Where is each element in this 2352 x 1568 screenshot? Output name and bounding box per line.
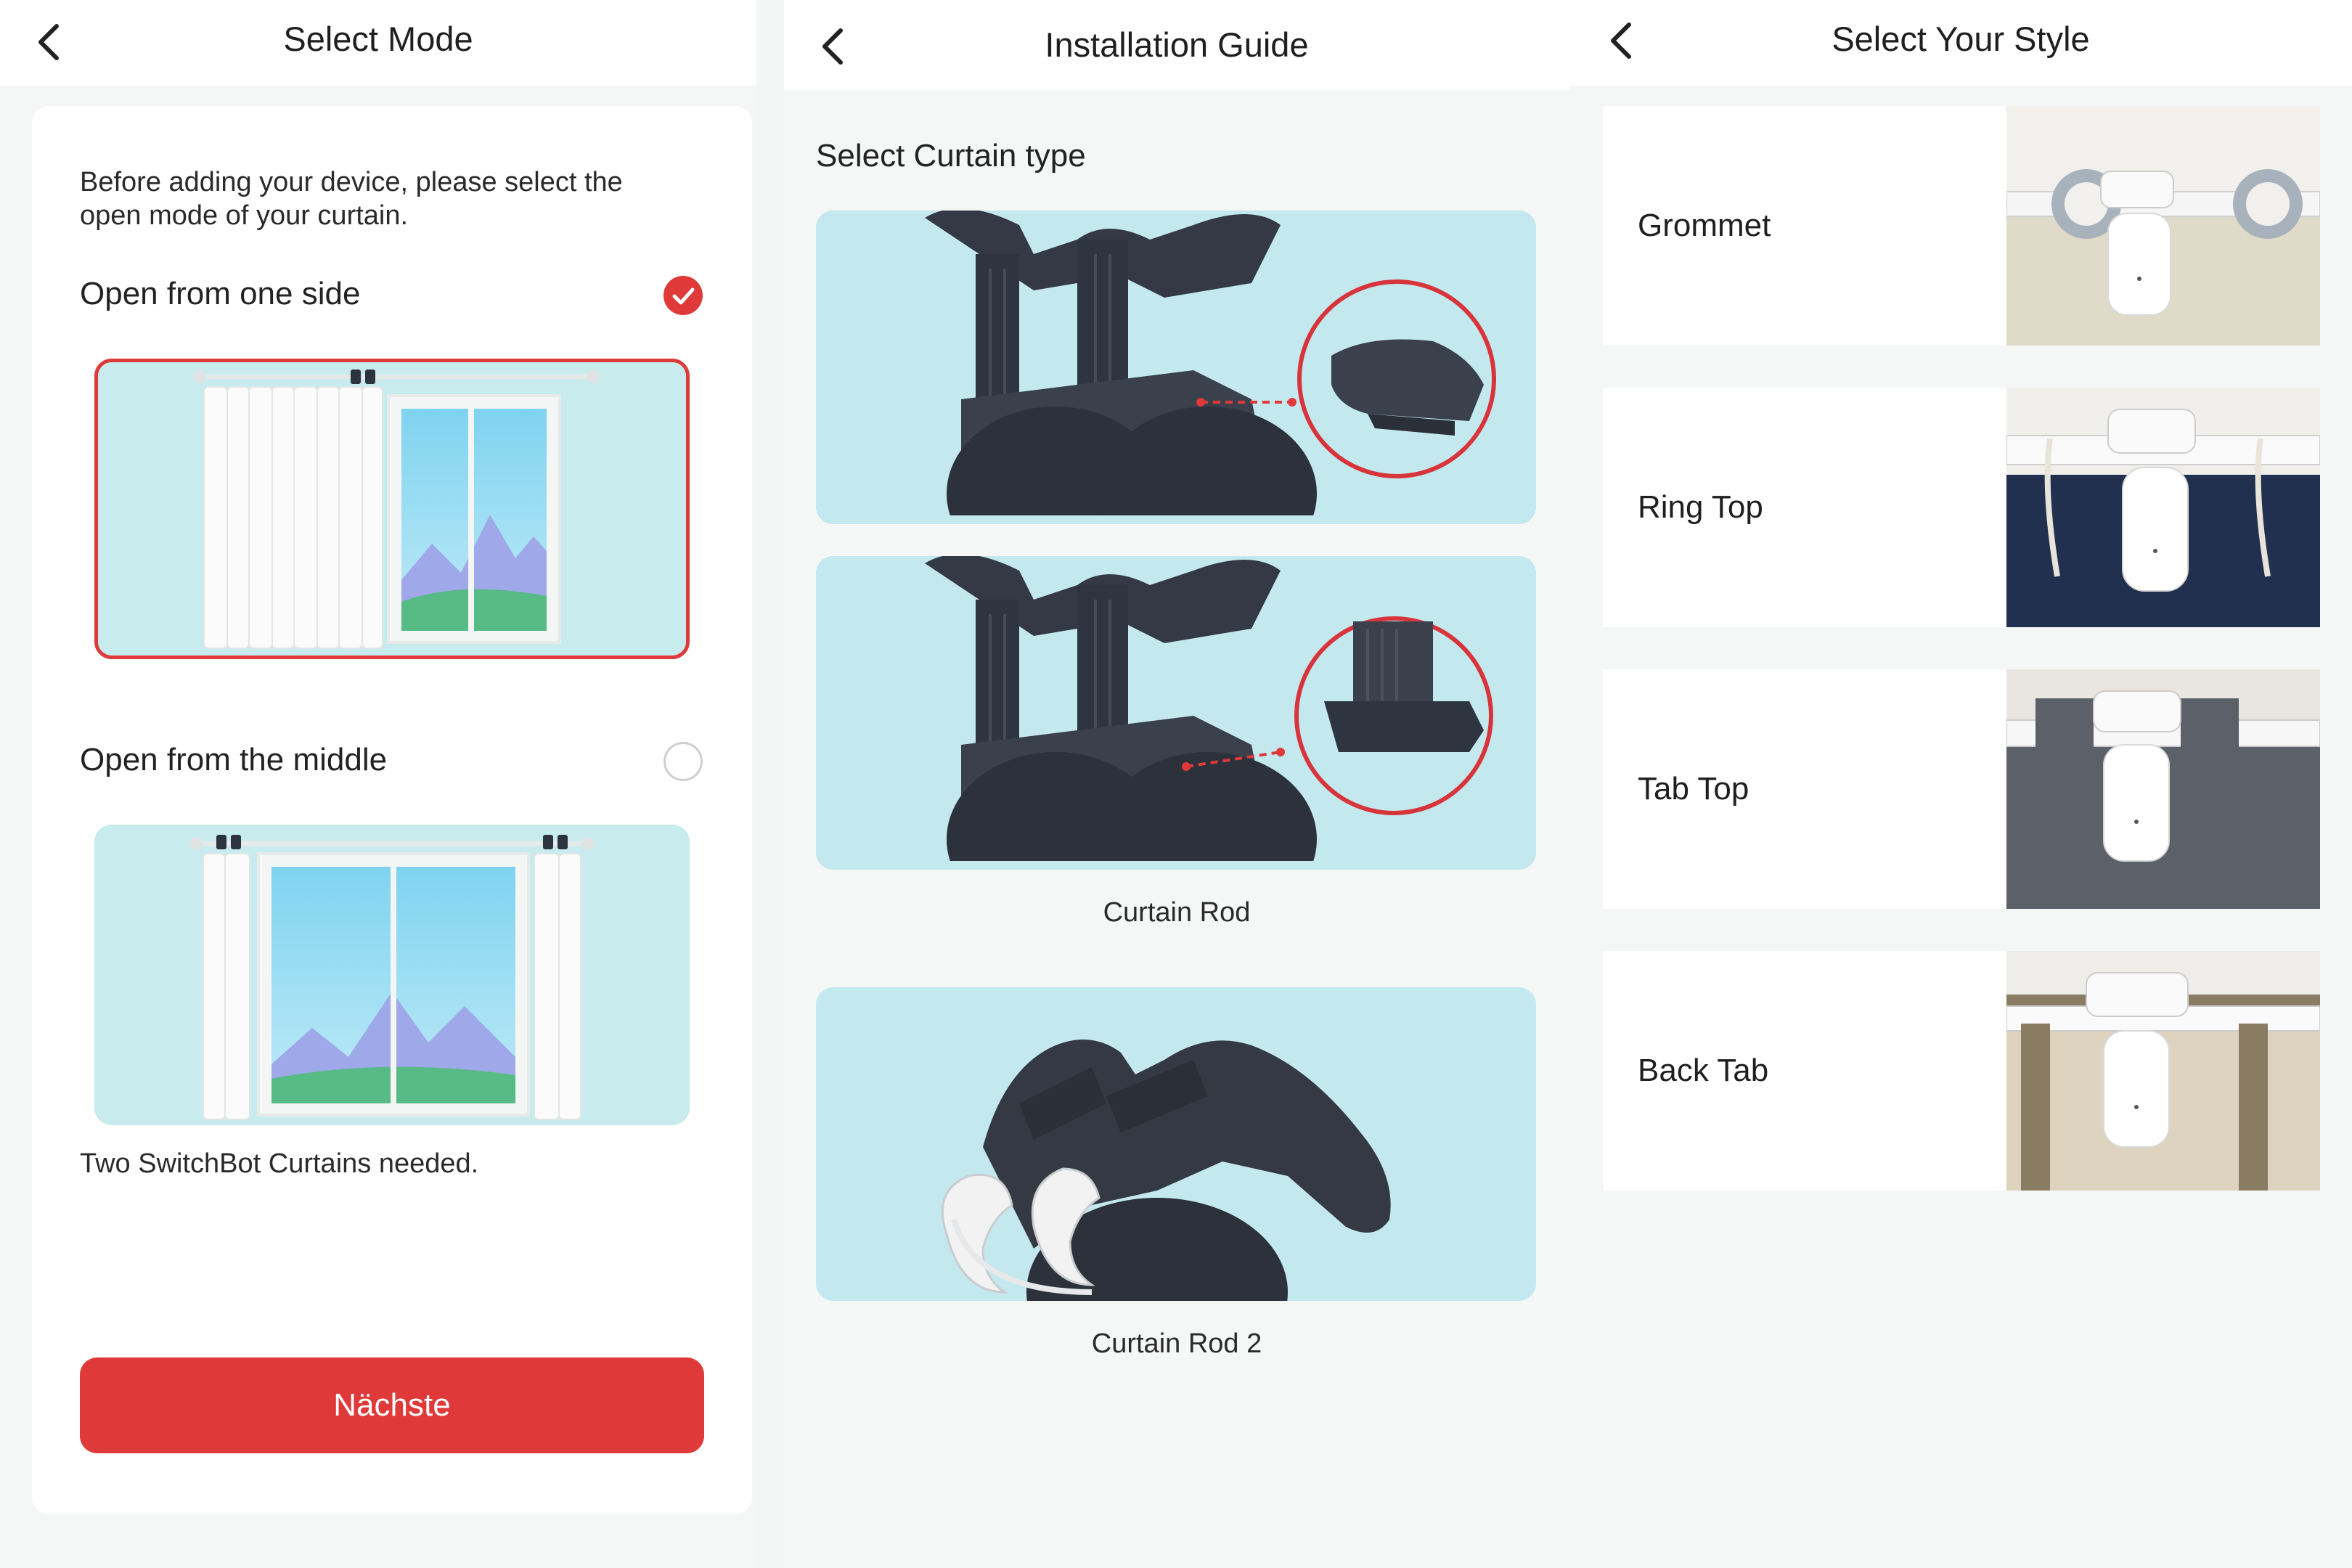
- option-middle-label[interactable]: Open from the middle: [80, 742, 387, 778]
- style-label: Back Tab: [1638, 1053, 1769, 1088]
- caption-curtain-rod: Curtain Rod: [1103, 897, 1251, 928]
- section-title: Select Curtain type: [816, 138, 1086, 173]
- tab-top-photo: [2006, 669, 2320, 909]
- curtain-rod-clip-image: [816, 556, 1536, 870]
- page-title: Select Mode: [283, 20, 473, 58]
- installation-guide-header: Installation Guide: [784, 0, 1569, 90]
- intro-text-line1: Before adding your device, please select…: [80, 167, 623, 197]
- curtain-rod-hook-image: [816, 211, 1536, 524]
- select-style-screen: Select Your Style Grommet Ring Top Tab T…: [1569, 0, 2352, 1568]
- page-title: Select Your Style: [1832, 20, 2090, 58]
- window-curtain-middle-image: [94, 825, 690, 1125]
- style-option-ring-top[interactable]: Ring Top: [1603, 388, 2320, 627]
- select-style-header: Select Your Style: [1569, 0, 2352, 86]
- curtain-rod-image-1[interactable]: [816, 211, 1536, 524]
- option-middle-radio[interactable]: [663, 742, 703, 781]
- select-mode-screen: Select Mode Before adding your device, p…: [0, 0, 756, 1568]
- ring-top-curtain-photo: [2006, 388, 2320, 627]
- style-label: Ring Top: [1638, 489, 1763, 525]
- mode-card: Before adding your device, please select…: [32, 106, 752, 1514]
- checkmark-icon: [672, 287, 695, 305]
- installation-guide-screen: Installation Guide Select Curtain type C…: [784, 0, 1569, 1568]
- window-curtain-one-side-image: [98, 362, 686, 656]
- back-tab-photo: [2006, 951, 2320, 1191]
- middle-illustration[interactable]: [94, 825, 690, 1125]
- two-curtains-note: Two SwitchBot Curtains needed.: [80, 1148, 479, 1179]
- option-one-side-radio[interactable]: [663, 276, 703, 315]
- page-title: Installation Guide: [1045, 25, 1309, 64]
- select-mode-header: Select Mode: [0, 0, 756, 86]
- back-tab-curtain-photo: [2006, 951, 2320, 1191]
- curtain-rod-2-hook-image: [816, 987, 1536, 1301]
- one-side-illustration[interactable]: [94, 359, 690, 659]
- next-button[interactable]: Nächste: [80, 1357, 704, 1453]
- option-one-side-label[interactable]: Open from one side: [80, 276, 360, 312]
- style-option-grommet[interactable]: Grommet: [1603, 106, 2320, 346]
- style-label: Grommet: [1638, 208, 1771, 243]
- ring-top-photo: [2006, 388, 2320, 627]
- style-label: Tab Top: [1638, 771, 1749, 807]
- grommet-photo: [2006, 106, 2320, 346]
- intro-text-line2: open mode of your curtain.: [80, 200, 409, 231]
- curtain-rod-2-image[interactable]: [816, 987, 1536, 1301]
- grommet-curtain-photo: [2006, 106, 2320, 346]
- style-option-tab-top[interactable]: Tab Top: [1603, 669, 2320, 909]
- caption-curtain-rod-2: Curtain Rod 2: [1091, 1328, 1262, 1359]
- curtain-rod-image-2[interactable]: [816, 556, 1536, 870]
- style-option-back-tab[interactable]: Back Tab: [1603, 951, 2320, 1191]
- tab-top-curtain-photo: [2006, 669, 2320, 909]
